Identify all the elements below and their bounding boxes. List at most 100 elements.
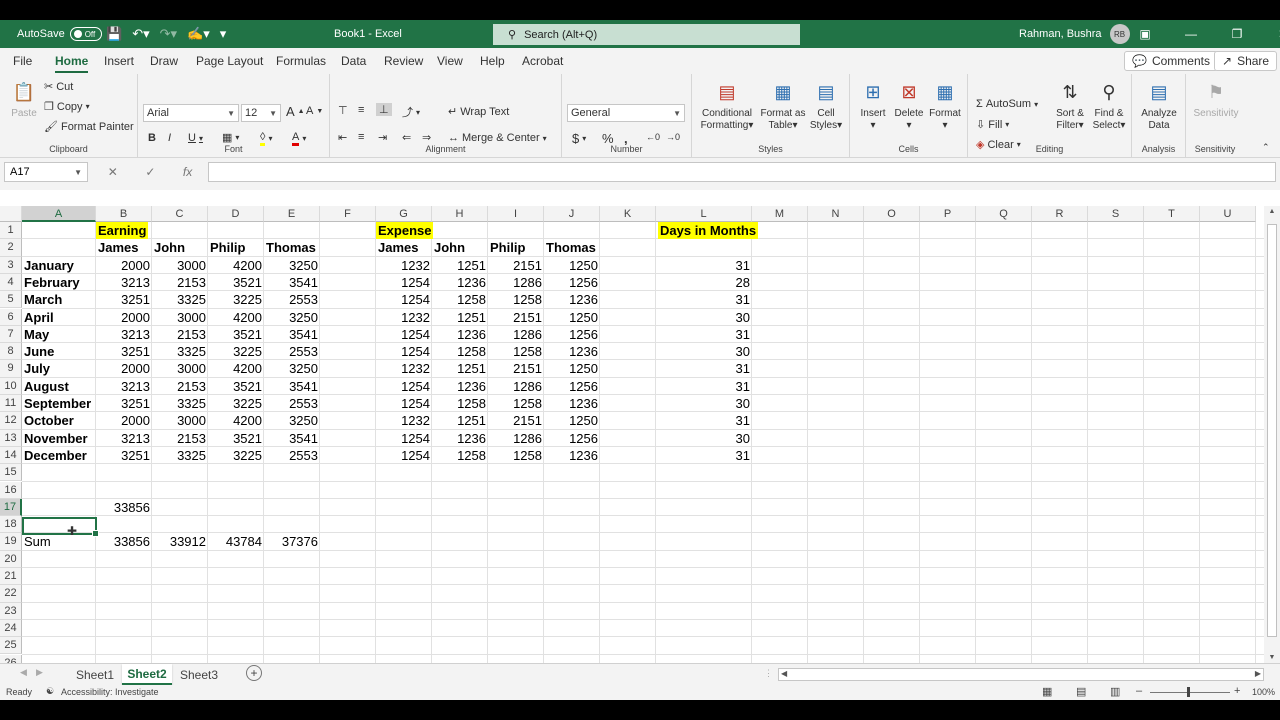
expense-value[interactable]: 1232 bbox=[376, 257, 432, 274]
expense-person-john[interactable]: John bbox=[432, 239, 488, 256]
earning-value[interactable]: 3325 bbox=[152, 291, 208, 308]
column-header-p[interactable]: P bbox=[920, 206, 976, 222]
row-header-17[interactable]: 17 bbox=[0, 498, 22, 517]
earning-value[interactable]: 3325 bbox=[152, 343, 208, 360]
worksheet-grid[interactable]: A B C D E F G H I J K L M N O P Q R S T U 1 2 3 4 5 6 7 8 9 10 11 12 13 14… bbox=[0, 206, 1264, 663]
touch-mode-icon[interactable]: ✍▾ bbox=[187, 26, 210, 42]
scroll-left-icon[interactable]: ◀ bbox=[781, 669, 787, 678]
tab-help[interactable]: Help bbox=[480, 54, 505, 68]
column-header-c[interactable]: C bbox=[152, 206, 208, 222]
tab-review[interactable]: Review bbox=[384, 54, 423, 68]
row-header-26[interactable]: 26 bbox=[0, 654, 22, 663]
tab-home[interactable]: Home bbox=[55, 54, 89, 73]
vertical-scrollbar[interactable]: ▲ ▼ bbox=[1264, 206, 1280, 663]
earning-value[interactable]: 3250 bbox=[264, 257, 320, 274]
collapse-ribbon-icon[interactable]: ⌃ bbox=[1262, 142, 1270, 153]
expense-value[interactable]: 2151 bbox=[488, 360, 544, 377]
expense-value[interactable]: 1232 bbox=[376, 412, 432, 429]
column-header-l[interactable]: L bbox=[656, 206, 752, 222]
expense-value[interactable]: 1236 bbox=[432, 378, 488, 395]
normal-view-icon[interactable]: ▦ bbox=[1042, 685, 1052, 698]
tab-acrobat[interactable]: Acrobat bbox=[522, 54, 563, 68]
orientation-icon[interactable]: ⤴ ▾ bbox=[402, 104, 420, 120]
earning-person-james[interactable]: James bbox=[96, 239, 152, 256]
column-header-b[interactable]: B bbox=[96, 206, 152, 222]
sheet-tab-sheet3[interactable]: Sheet3 bbox=[174, 664, 224, 685]
font-size-select[interactable]: 12 ▼ bbox=[241, 104, 281, 122]
month-label[interactable]: August bbox=[22, 378, 96, 395]
month-label[interactable]: October bbox=[22, 412, 96, 429]
number-format-select[interactable]: General ▼ bbox=[567, 104, 685, 122]
cell-styles-button[interactable]: ▤ Cell Styles▾ bbox=[808, 78, 844, 132]
expense-value[interactable]: 1236 bbox=[432, 430, 488, 447]
sum-label[interactable]: Sum bbox=[22, 533, 96, 550]
expense-value[interactable]: 1232 bbox=[376, 309, 432, 326]
align-left-icon[interactable]: ⇤ bbox=[338, 131, 347, 144]
copy-button[interactable]: ❐ Copy ▾ bbox=[44, 100, 90, 114]
expense-value[interactable]: 1254 bbox=[376, 274, 432, 291]
insert-function-icon[interactable]: fx bbox=[183, 165, 192, 179]
days-value[interactable]: 30 bbox=[656, 343, 752, 360]
month-label[interactable]: December bbox=[22, 447, 96, 464]
expense-value[interactable]: 1251 bbox=[432, 309, 488, 326]
horizontal-scrollbar[interactable]: ◀ ▶ bbox=[778, 668, 1264, 681]
earning-value[interactable]: 3325 bbox=[152, 395, 208, 412]
increase-decimal-icon[interactable]: ←0 bbox=[646, 132, 660, 142]
shrink-font-icon[interactable]: A ▼ bbox=[306, 105, 323, 117]
column-header-o[interactable]: O bbox=[864, 206, 920, 222]
column-header-m[interactable]: M bbox=[752, 206, 808, 222]
earning-value[interactable]: 4200 bbox=[208, 309, 264, 326]
grow-font-icon[interactable]: A ▲ bbox=[286, 104, 305, 119]
next-sheet-icon[interactable]: ▶ bbox=[36, 667, 43, 678]
redo-icon[interactable]: ↷▾ bbox=[160, 26, 177, 42]
expense-value[interactable]: 1251 bbox=[432, 360, 488, 377]
expense-value[interactable]: 1236 bbox=[544, 395, 600, 412]
page-layout-view-icon[interactable]: ▤ bbox=[1076, 685, 1086, 698]
column-header-q[interactable]: Q bbox=[976, 206, 1032, 222]
earning-value[interactable]: 3251 bbox=[96, 395, 152, 412]
earning-value[interactable]: 2153 bbox=[152, 326, 208, 343]
select-all-corner[interactable] bbox=[0, 206, 22, 222]
column-header-i[interactable]: I bbox=[488, 206, 544, 222]
days-value[interactable]: 28 bbox=[656, 274, 752, 291]
month-label[interactable]: July bbox=[22, 360, 96, 377]
row-header-24[interactable]: 24 bbox=[0, 619, 22, 638]
earning-value[interactable]: 2153 bbox=[152, 430, 208, 447]
sum-value-philip[interactable]: 43784 bbox=[208, 533, 264, 550]
expense-value[interactable]: 1236 bbox=[432, 326, 488, 343]
earning-header[interactable]: Earning bbox=[96, 222, 149, 240]
row-header-18[interactable]: 18 bbox=[0, 516, 22, 534]
column-header-k[interactable]: K bbox=[600, 206, 656, 222]
earning-value[interactable]: 3000 bbox=[152, 257, 208, 274]
expense-value[interactable]: 1251 bbox=[432, 257, 488, 274]
column-header-t[interactable]: T bbox=[1144, 206, 1200, 222]
search-box[interactable]: ⚲ Search (Alt+Q) bbox=[493, 24, 800, 45]
expense-value[interactable]: 1254 bbox=[376, 343, 432, 360]
formula-input[interactable] bbox=[208, 162, 1276, 182]
expense-value[interactable]: 2151 bbox=[488, 412, 544, 429]
earning-value[interactable]: 3000 bbox=[152, 360, 208, 377]
expense-value[interactable]: 1256 bbox=[544, 430, 600, 447]
row-header-23[interactable]: 23 bbox=[0, 602, 22, 620]
save-icon[interactable]: 💾 bbox=[106, 26, 122, 42]
earning-value[interactable]: 3213 bbox=[96, 378, 152, 395]
borders-icon[interactable]: ▦ ▾ bbox=[222, 131, 239, 144]
expense-value[interactable]: 1256 bbox=[544, 274, 600, 291]
row-header-13[interactable]: 13 bbox=[0, 429, 22, 447]
earning-value[interactable]: 3251 bbox=[96, 291, 152, 308]
earning-value[interactable]: 2553 bbox=[264, 291, 320, 308]
tab-data[interactable]: Data bbox=[341, 54, 366, 68]
row-header-14[interactable]: 14 bbox=[0, 446, 22, 465]
earning-value[interactable]: 3225 bbox=[208, 343, 264, 360]
expense-value[interactable]: 1236 bbox=[544, 343, 600, 360]
row-header-3[interactable]: 3 bbox=[0, 256, 22, 274]
earning-value[interactable]: 4200 bbox=[208, 257, 264, 274]
expense-value[interactable]: 1254 bbox=[376, 447, 432, 464]
column-header-n[interactable]: N bbox=[808, 206, 864, 222]
sort-filter-button[interactable]: ⇅ Sort & Filter▾ bbox=[1052, 78, 1088, 132]
earning-value[interactable]: 2153 bbox=[152, 274, 208, 291]
row-header-6[interactable]: 6 bbox=[0, 308, 22, 326]
expense-value[interactable]: 1258 bbox=[488, 291, 544, 308]
row-header-1[interactable]: 1 bbox=[0, 222, 22, 240]
user-name[interactable]: Rahman, Bushra bbox=[1019, 28, 1102, 40]
